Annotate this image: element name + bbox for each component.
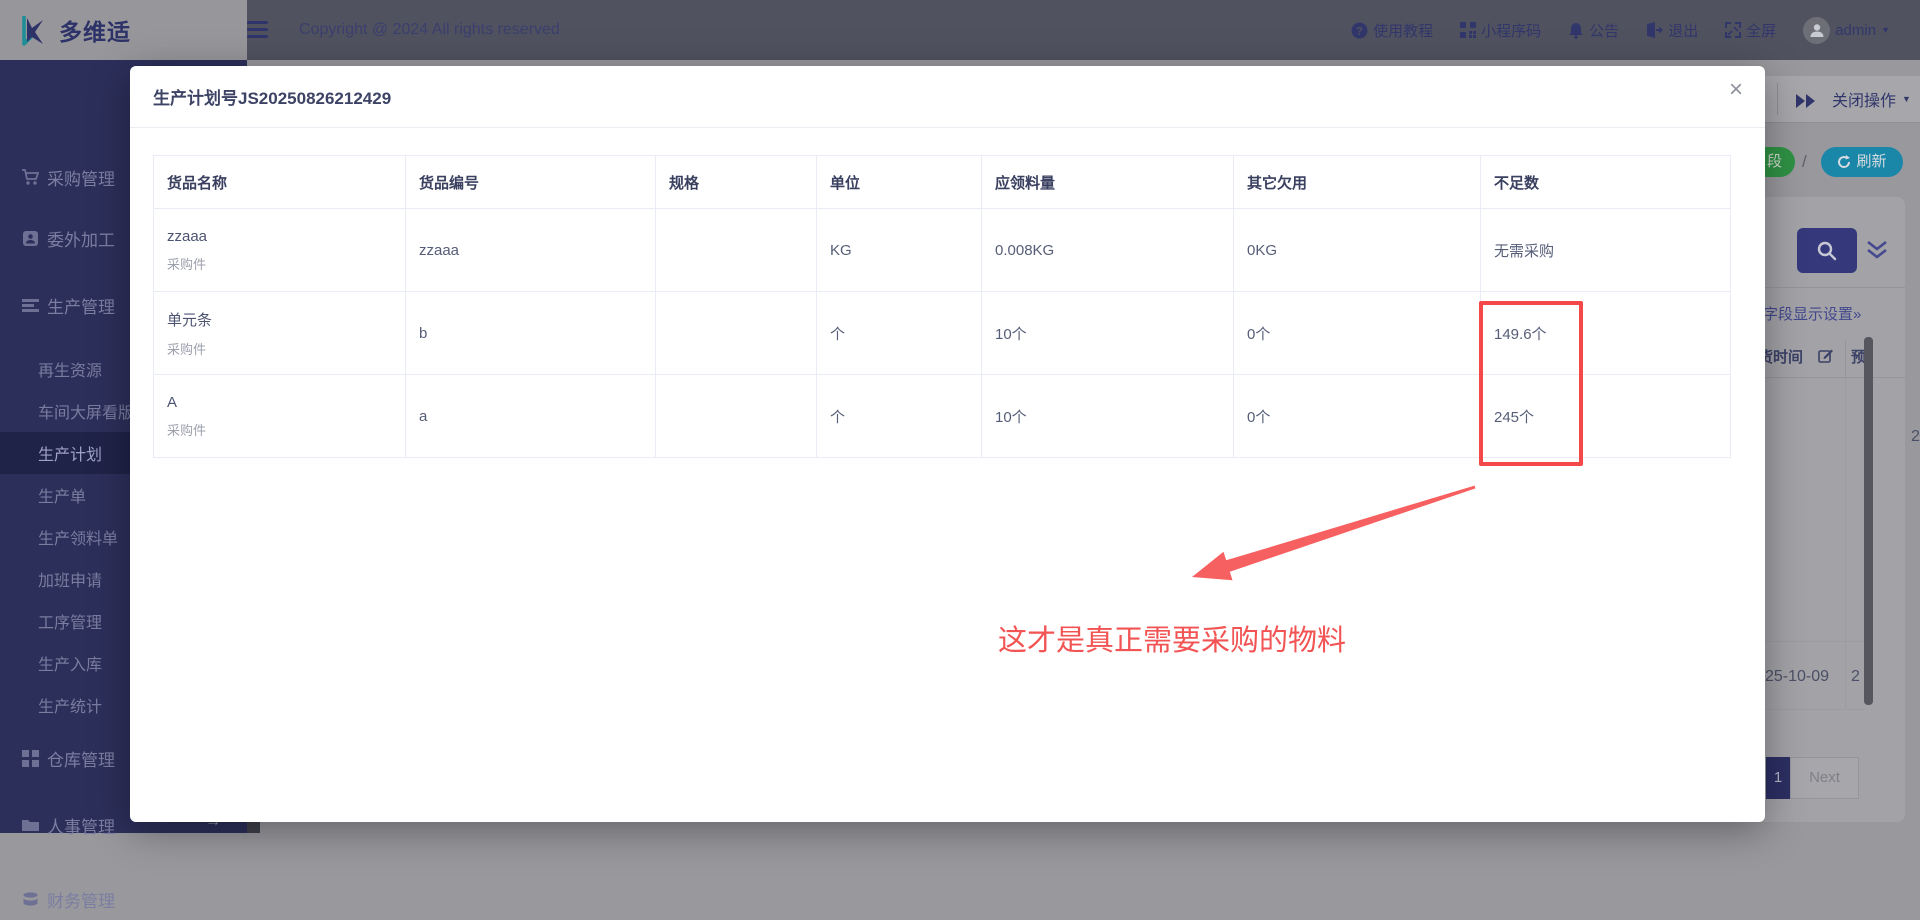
cell-name: 单元条 采购件	[153, 291, 406, 375]
pagination-page-1[interactable]: 1	[1766, 757, 1790, 799]
refresh-icon	[1838, 155, 1851, 168]
col-header-required: 应领料量	[981, 155, 1234, 209]
modal-title-divider	[130, 127, 1765, 128]
cell-other-owed: 0KG	[1233, 208, 1481, 292]
close-operations-dropdown[interactable]: 关闭操作 ▼	[1832, 83, 1911, 115]
nav-logout[interactable]: 退出	[1646, 20, 1698, 41]
cell-other-owed: 0个	[1233, 291, 1481, 375]
nav-tutorial[interactable]: ? 使用教程	[1351, 20, 1433, 41]
cell-required: 10个	[981, 374, 1234, 458]
col-header-shortage: 不足数	[1480, 155, 1731, 209]
col-header-other-owed: 其它欠用	[1233, 155, 1481, 209]
cell-other-owed: 0个	[1233, 374, 1481, 458]
col-header-code: 货品编号	[405, 155, 656, 209]
nav-miniprogram-qr[interactable]: 小程序码	[1460, 20, 1541, 41]
tab-separator	[1777, 83, 1778, 115]
toolbar-separator: /	[1802, 152, 1807, 171]
person-badge-icon	[23, 230, 38, 246]
cell-shortage: 245个	[1480, 374, 1731, 458]
logout-icon	[1647, 22, 1664, 38]
cell-unit: 个	[816, 374, 982, 458]
hamburger-menu-icon[interactable]	[247, 21, 268, 38]
grid-icon	[22, 749, 39, 767]
production-plan-modal: 生产计划号JS20250826212429 × 货品名称 货品编号 规格 单位 …	[130, 66, 1765, 822]
nav-fullscreen[interactable]: 全屏	[1725, 20, 1776, 41]
bg-column-separator	[1845, 340, 1846, 376]
cell-unit: 个	[816, 291, 982, 375]
fullscreen-icon	[1725, 22, 1742, 38]
logo-section: 多维适	[0, 0, 247, 60]
cell-name: A 采购件	[153, 374, 406, 458]
username: admin	[1835, 21, 1877, 39]
bg-column-line	[1845, 378, 1846, 708]
sidebar-item-finance[interactable]: 财务管理	[0, 878, 247, 920]
cell-spec	[655, 374, 817, 458]
bg-cell-date: 25-10-09	[1765, 668, 1830, 685]
cell-shortage: 无需采购	[1480, 208, 1731, 292]
copyright-text: Copyright @ 2024 All rights reserved	[299, 21, 560, 38]
close-icon[interactable]: ×	[1729, 78, 1743, 102]
user-menu[interactable]: admin ▼	[1803, 16, 1890, 44]
chevron-down-icon: ▼	[1881, 25, 1890, 35]
list-icon	[22, 298, 39, 312]
person-icon	[1810, 24, 1824, 37]
cell-spec	[655, 291, 817, 375]
purchase-part-tag: 采购件	[167, 256, 207, 272]
table-row: zzaaa 采购件 zzaaa KG 0.008KG 0KG 无需采购	[153, 208, 1731, 292]
table-row: 单元条 采购件 b 个 10个 0个 149.6个	[153, 291, 1731, 375]
top-header-bar: 多维适 Copyright @ 2024 All rights reserved…	[0, 0, 1920, 60]
brand-logo-text: 多维适	[59, 19, 131, 45]
cell-name: zzaaa 采购件	[153, 208, 406, 292]
cell-unit: KG	[816, 208, 982, 292]
cart-icon	[22, 168, 39, 185]
purchase-part-tag: 采购件	[167, 422, 207, 438]
bell-icon	[1569, 22, 1584, 39]
edit-pencil-icon[interactable]	[1818, 348, 1833, 363]
cell-code: zzaaa	[405, 208, 656, 292]
question-circle-icon: ?	[1351, 22, 1368, 38]
chevron-down-icon: ▼	[1902, 94, 1911, 104]
field-display-settings-link[interactable]: 字段显示设置»	[1763, 303, 1861, 324]
coins-icon	[23, 891, 38, 906]
cell-code: b	[405, 291, 656, 375]
svg-text:?: ?	[1356, 25, 1363, 37]
chevron-double-down-icon[interactable]	[1864, 240, 1890, 260]
fast-forward-icon[interactable]	[1795, 93, 1817, 109]
bg-cell-partial: 2	[1911, 428, 1920, 445]
col-header-spec: 规格	[655, 155, 817, 209]
table-row: A 采购件 a 个 10个 0个 245个	[153, 374, 1731, 458]
brand-logo-icon	[22, 16, 43, 46]
nav-announcements[interactable]: 公告	[1568, 20, 1619, 41]
col-header-name: 货品名称	[153, 155, 406, 209]
table-header-row: 货品名称 货品编号 规格 单位 应领料量 其它欠用 不足数	[153, 155, 1731, 209]
col-header-unit: 单位	[816, 155, 982, 209]
materials-table: 货品名称 货品编号 规格 单位 应领料量 其它欠用 不足数 zzaaa 采购件 …	[153, 155, 1731, 458]
pagination-next-button[interactable]: Next	[1790, 757, 1859, 799]
cell-required: 10个	[981, 291, 1234, 375]
avatar	[1803, 16, 1831, 44]
cell-required: 0.008KG	[981, 208, 1234, 292]
search-button[interactable]	[1797, 228, 1857, 273]
bg-cell-partial: 2	[1851, 668, 1860, 685]
search-icon	[1817, 241, 1837, 260]
refresh-button[interactable]: 刷新	[1821, 147, 1903, 177]
cell-shortage: 149.6个	[1480, 291, 1731, 375]
header-nav: ? 使用教程 小程序码 公告 退出 全屏 admin ▼	[1351, 0, 1890, 60]
annotation-text: 这才是真正需要采购的物料	[998, 625, 1347, 657]
modal-title: 生产计划号JS20250826212429	[153, 89, 392, 108]
folder-icon	[22, 819, 39, 831]
vertical-scrollbar[interactable]	[1864, 337, 1873, 705]
qr-code-icon	[1460, 22, 1477, 38]
bg-fragment	[247, 822, 260, 833]
cell-spec	[655, 208, 817, 292]
cell-code: a	[405, 374, 656, 458]
purchase-part-tag: 采购件	[167, 341, 207, 357]
